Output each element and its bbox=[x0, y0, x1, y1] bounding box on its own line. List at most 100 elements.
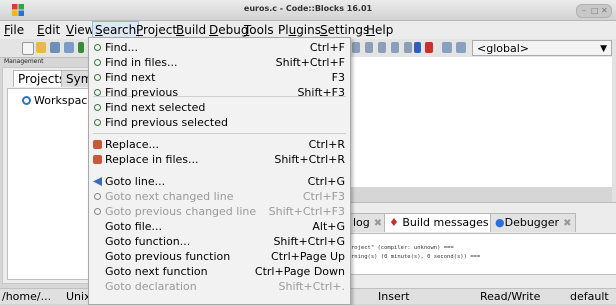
search-menu-item[interactable]: Replace... Ctrl+R bbox=[89, 137, 350, 152]
magnifier-glyph bbox=[94, 44, 101, 51]
chevron-down-icon: ▼ bbox=[600, 44, 607, 54]
editor-area[interactable] bbox=[348, 57, 616, 187]
search-menu-item-shortcut: Ctrl+Page Up bbox=[271, 250, 345, 263]
workspace-tree-item[interactable]: Workspac bbox=[22, 94, 87, 107]
search-menu-item-label: Goto next function bbox=[105, 265, 208, 278]
search-menu: Find... Ctrl+F Find in files... Shift+Ctrl+… bbox=[88, 37, 351, 305]
open-folder-icon[interactable] bbox=[36, 42, 46, 53]
project-tree[interactable]: Workspac bbox=[7, 88, 93, 280]
editor-scrollbar[interactable] bbox=[612, 57, 616, 202]
tab-build-messages[interactable]: ♦ Build messages✖ bbox=[384, 213, 507, 232]
goto-next-changed-icon bbox=[93, 192, 102, 201]
magnifier-glyph bbox=[94, 59, 101, 66]
step-instruction-icon[interactable] bbox=[391, 42, 399, 53]
magnifier-glyph bbox=[94, 74, 101, 81]
search-menu-item[interactable]: Replace in files... Shift+Ctrl+R bbox=[89, 152, 350, 167]
search-menu-item-shortcut: Shift+Ctrl+. bbox=[278, 280, 345, 293]
save-icon[interactable] bbox=[50, 42, 60, 53]
search-menu-item[interactable]: Goto file... Alt+G bbox=[89, 219, 350, 234]
search-menu-item[interactable]: Goto function... Shift+Ctrl+G bbox=[89, 234, 350, 249]
search-menu-item[interactable]: Find previous Shift+F3 bbox=[89, 85, 350, 100]
search-menu-item-label: Replace in files... bbox=[105, 153, 199, 166]
scope-combo[interactable]: <global> ▼ bbox=[472, 40, 612, 56]
search-menu-item-shortcut: Ctrl+Page Down bbox=[254, 265, 345, 278]
stop-icon[interactable] bbox=[425, 42, 433, 53]
goto-line-icon bbox=[93, 177, 102, 186]
search-menu-item[interactable]: Find next F3 bbox=[89, 70, 350, 85]
menu-separator bbox=[93, 133, 346, 134]
minimize-icon[interactable]: – bbox=[582, 5, 586, 16]
window-controls[interactable]: – □ ✕ bbox=[576, 4, 612, 18]
search-menu-item[interactable]: Find previous selected bbox=[89, 115, 350, 130]
management-panel-label: Management bbox=[4, 58, 44, 65]
workspace-label: Workspac bbox=[34, 94, 88, 107]
step-into-icon[interactable] bbox=[352, 42, 360, 53]
menu-help[interactable]: Help bbox=[364, 23, 395, 37]
tab-log-label: log bbox=[353, 216, 370, 229]
cut-icon[interactable] bbox=[78, 42, 84, 53]
close-icon[interactable]: ✖ bbox=[374, 218, 382, 229]
step-out-icon[interactable] bbox=[365, 42, 373, 53]
status-profile: default bbox=[570, 290, 609, 303]
search-menu-item[interactable]: Find... Ctrl+F bbox=[89, 40, 350, 55]
search-menu-item[interactable]: Goto line... Ctrl+G bbox=[89, 174, 350, 189]
logs-panel: log✖ ♦ Build messages✖ ●Debugger✖ roject… bbox=[348, 202, 616, 289]
goto-previous-changed-icon bbox=[93, 207, 102, 216]
menu-edit[interactable]: Edit bbox=[35, 23, 62, 37]
tab-debugger-label: Debugger bbox=[504, 216, 560, 229]
menu-plugins[interactable]: Plugins bbox=[276, 23, 323, 37]
save-all-icon[interactable] bbox=[64, 42, 74, 53]
search-menu-item[interactable]: Goto previous changed line Shift+Ctrl+F3 bbox=[89, 204, 350, 219]
search-menu-item-label: Find previous selected bbox=[105, 116, 228, 129]
maximize-icon[interactable]: □ bbox=[591, 5, 599, 16]
search-menu-item-label: Find... bbox=[105, 41, 139, 54]
find-previous-icon bbox=[93, 88, 102, 97]
log-line: roject" (compiler: unknown) === bbox=[351, 245, 454, 251]
build-log-content[interactable]: roject" (compiler: unknown) === rning(s)… bbox=[348, 233, 616, 275]
search-menu-item-label: Goto line... bbox=[105, 175, 166, 188]
status-access: Read/Write bbox=[480, 290, 541, 303]
search-menu-item[interactable]: Goto declaration Shift+Ctrl+. bbox=[89, 279, 350, 294]
search-menu-item-label: Find previous bbox=[105, 86, 179, 99]
search-menu-item-label: Goto next changed line bbox=[105, 190, 234, 203]
pause-icon[interactable] bbox=[414, 42, 421, 53]
search-menu-item-label: Find next selected bbox=[105, 101, 206, 114]
search-menu-item-label: Goto previous changed line bbox=[105, 205, 257, 218]
menu-build[interactable]: Build bbox=[174, 23, 208, 37]
tab-log[interactable]: log ✖ bbox=[348, 213, 388, 232]
search-menu-item-shortcut: Shift+Ctrl+R bbox=[274, 153, 345, 166]
magnifier-glyph bbox=[94, 119, 101, 126]
menu-project[interactable]: Project bbox=[134, 23, 179, 37]
close-icon[interactable]: ✖ bbox=[563, 218, 571, 229]
magnifier-glyph bbox=[94, 104, 101, 111]
various-info-icon[interactable] bbox=[456, 42, 466, 53]
search-menu-item-shortcut: Ctrl+G bbox=[307, 175, 345, 188]
search-menu-item[interactable]: Goto next changed line Ctrl+F3 bbox=[89, 189, 350, 204]
debug-windows-icon[interactable] bbox=[442, 42, 452, 53]
magnifier-glyph bbox=[94, 208, 101, 215]
search-menu-item[interactable]: Find next selected bbox=[89, 100, 350, 115]
search-menu-item-shortcut: Shift+Ctrl+G bbox=[273, 235, 345, 248]
search-menu-item-label: Goto file... bbox=[105, 220, 163, 233]
new-file-icon[interactable] bbox=[22, 42, 34, 55]
search-menu-item[interactable]: Goto previous function Ctrl+Page Up bbox=[89, 249, 350, 264]
find-previous-selected-icon bbox=[93, 118, 102, 127]
management-panel: Projects Symb Workspac bbox=[2, 67, 106, 284]
menu-file[interactable]: File bbox=[2, 23, 26, 37]
search-menu-item-shortcut: Ctrl+R bbox=[308, 138, 345, 151]
menu-tools[interactable]: Tools bbox=[242, 23, 276, 37]
close-icon[interactable]: ✕ bbox=[601, 5, 608, 16]
run-to-cursor-icon[interactable] bbox=[404, 42, 412, 53]
search-menu-item-shortcut: Shift+F3 bbox=[297, 86, 345, 99]
tab-debugger[interactable]: ●Debugger ✖ bbox=[490, 213, 577, 232]
search-menu-item[interactable]: Goto next function Ctrl+Page Down bbox=[89, 264, 350, 279]
debugger-icon: ● bbox=[495, 216, 505, 229]
next-instruction-icon[interactable] bbox=[378, 42, 386, 53]
search-menu-item-label: Find in files... bbox=[105, 56, 178, 69]
search-menu-item-shortcut: Ctrl+F3 bbox=[302, 190, 345, 203]
magnifier-glyph bbox=[94, 193, 101, 200]
status-file-path: /home/... bbox=[2, 290, 52, 303]
replace-icon bbox=[93, 140, 102, 149]
find-icon bbox=[93, 43, 102, 52]
search-menu-item[interactable]: Find in files... Shift+Ctrl+F bbox=[89, 55, 350, 70]
